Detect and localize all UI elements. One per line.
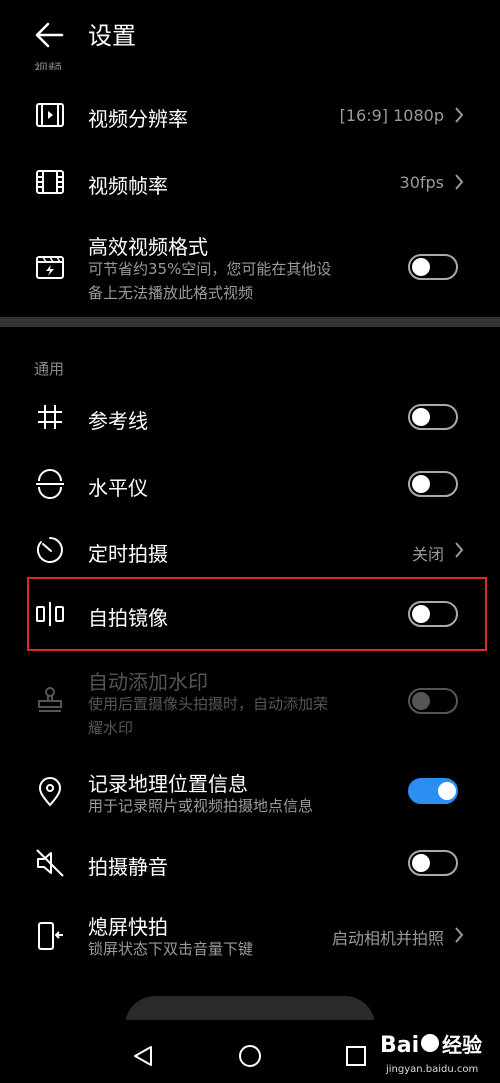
nav-recents-icon[interactable] [345,1045,367,1067]
back-arrow-icon[interactable] [34,19,66,51]
timer-row[interactable]: 定时拍摄 关闭 [0,520,500,580]
stamp-icon [38,687,62,712]
hevc-description-line1: 可节省约35%空间，您可能在其他设 [88,260,332,278]
grid-row: 参考线 [0,387,500,447]
section-divider [0,317,500,327]
timer-icon [36,537,63,563]
hevc-title: 高效视频格式 [88,235,208,259]
svg-text:jingyan.baidu.com: jingyan.baidu.com [385,1064,478,1075]
svg-text:经验: 经验 [442,1033,482,1057]
grid-hash-icon [38,405,62,429]
quick-snap-phone-icon [38,922,63,950]
watermark-row: 自动添加水印 使用后置摄像头拍摄时，自动添加荣 耀水印 [0,660,500,745]
framerate-value: 30fps [399,173,444,192]
watermark-description-line1: 使用后置摄像头拍摄时，自动添加荣 [88,695,329,713]
mirror-title: 自拍镜像 [88,606,168,630]
svg-text:Bai: Bai [380,1033,419,1058]
location-toggle[interactable] [408,778,458,804]
nav-home-icon[interactable] [238,1044,262,1068]
mute-speaker-icon [36,849,64,877]
baidu-jingyan-watermark-logo: Bai 经验 jingyan.baidu.com [380,1033,482,1075]
film-strip-icon [36,170,64,194]
nav-back-icon[interactable] [131,1044,155,1068]
quicksnap-description: 锁屏状态下双击音量下键 [88,940,254,958]
chevron-right-icon [455,542,464,558]
mirror-toggle[interactable] [408,601,458,627]
quicksnap-row[interactable]: 熄屏快拍 锁屏状态下双击音量下键 启动相机并拍照 [0,905,500,967]
resolution-row[interactable]: 视频分辨率 [16:9] 1080p [0,85,500,145]
framerate-title: 视频帧率 [88,174,168,198]
video-section-label: 视频 [34,62,62,70]
general-section-label: 通用 [34,360,65,378]
location-description: 用于记录照片或视频拍摄地点信息 [88,797,314,815]
location-row: 记录地理位置信息 用于记录照片或视频拍摄地点信息 [0,762,500,824]
watermark-title: 自动添加水印 [88,670,208,694]
mirror-row: 自拍镜像 [0,584,500,644]
timer-title: 定时拍摄 [88,542,168,566]
level-title: 水平仪 [88,476,148,500]
page-title: 设置 [88,22,136,50]
timer-value: 关闭 [411,545,444,564]
framerate-row[interactable]: 视频帧率 30fps [0,152,500,212]
hevc-row: 高效视频格式 可节省约35%空间，您可能在其他设 备上无法播放此格式视频 [0,225,500,310]
grid-title: 参考线 [88,409,148,433]
mirror-icon [36,602,64,626]
mute-title: 拍摄静音 [88,855,168,879]
quicksnap-value: 启动相机并拍照 [331,929,444,948]
chevron-right-icon [455,107,464,123]
hevc-description-line2: 备上无法播放此格式视频 [88,284,254,302]
chevron-right-icon [455,927,464,943]
watermark-toggle [408,688,458,714]
quicksnap-title: 熄屏快拍 [88,915,168,939]
mute-toggle[interactable] [408,850,458,876]
level-row: 水平仪 [0,454,500,514]
video-resolution-icon [36,103,64,127]
resolution-value: [16:9] 1080p [339,106,444,125]
efficient-video-icon [36,256,64,279]
location-title: 记录地理位置信息 [88,772,248,796]
watermark-description-line2: 耀水印 [88,719,134,737]
resolution-title: 视频分辨率 [88,107,188,131]
grid-toggle[interactable] [408,404,458,430]
mute-row: 拍摄静音 [0,833,500,893]
hevc-toggle[interactable] [408,254,458,280]
chevron-right-icon [455,174,464,190]
level-toggle[interactable] [408,471,458,497]
location-pin-icon [38,777,62,807]
level-icon [36,469,64,499]
